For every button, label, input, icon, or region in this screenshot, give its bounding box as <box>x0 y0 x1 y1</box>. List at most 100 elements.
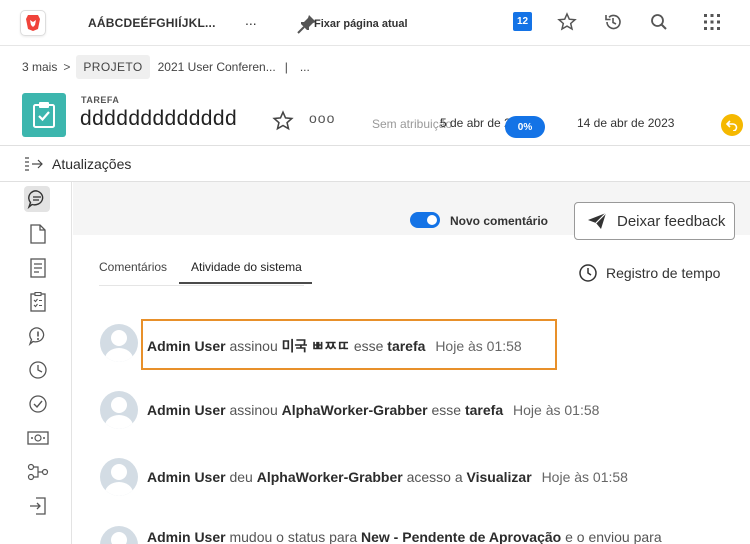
breadcrumb-divider: | <box>284 60 288 74</box>
details-page-icon <box>30 258 46 278</box>
tabs-underline <box>99 285 304 286</box>
activity-text: Admin User mudou o status para New - Pen… <box>147 529 662 544</box>
avatar[interactable] <box>100 391 138 429</box>
updates-feed-icon <box>25 156 43 171</box>
avatar[interactable] <box>100 458 138 496</box>
activity-user[interactable]: Admin User <box>147 402 226 418</box>
undo-arrow-icon <box>726 120 738 131</box>
activity-object: New - Pendente de Aprovação <box>361 529 562 544</box>
activity-object[interactable]: 미국 ㅃㅉㄸ <box>282 338 350 354</box>
checklist-icon <box>30 292 46 312</box>
activity-target[interactable]: Visualizar <box>467 469 532 485</box>
activity-mid: acesso a <box>406 469 463 485</box>
breadcrumb-more[interactable]: 3 mais <box>22 60 57 74</box>
more-actions-button[interactable]: ooo <box>309 110 335 126</box>
time-log-button[interactable]: Registro de tempo <box>578 263 720 283</box>
leave-feedback-label: Deixar feedback <box>617 212 726 230</box>
rail-updates-button[interactable] <box>24 186 50 212</box>
activity-text: Admin User assinou 미국 ㅃㅉㄸ esse tarefa Ho… <box>147 336 522 356</box>
apps-grid-icon[interactable] <box>702 12 722 32</box>
new-comment-label: Novo comentário <box>450 214 549 228</box>
progress-badge[interactable]: 0% <box>505 116 545 138</box>
activity-verb: mudou o status para <box>229 529 358 544</box>
clipboard-icon <box>33 102 55 128</box>
breadcrumb-project-badge: PROJETO <box>76 55 150 79</box>
activity-time: Hoje às 01:58 <box>513 402 600 418</box>
task-type-label: TAREFA <box>81 95 120 105</box>
sign-in-icon <box>30 497 46 515</box>
activity-target: tarefa <box>464 402 504 418</box>
clock-icon <box>29 361 47 379</box>
tab-system-activity[interactable]: Atividade do sistema <box>179 260 312 284</box>
start-date-field[interactable]: 5 de abr de 2 <box>440 116 511 130</box>
activity-object[interactable]: AlphaWorker-Grabber <box>282 402 428 418</box>
page-title[interactable]: ddddddddddddd <box>80 107 237 131</box>
time-log-clock-icon <box>579 264 597 282</box>
updates-section-header: Atualizações <box>0 146 750 182</box>
main-panel: Novo comentário Deixar feedback Comentár… <box>73 182 750 544</box>
activity-mid: esse <box>431 402 462 418</box>
new-comment-toggle[interactable] <box>410 212 440 228</box>
rail-time-button[interactable] <box>26 358 50 382</box>
send-paper-plane-icon <box>588 212 607 229</box>
activity-user[interactable]: Admin User <box>147 338 226 354</box>
search-icon[interactable] <box>649 12 669 32</box>
end-date-field[interactable]: 14 de abr de 2023 <box>577 116 674 130</box>
activity-time: Hoje às 01:58 <box>435 338 522 354</box>
breadcrumb-separator: > <box>63 60 71 74</box>
rail-details-button[interactable] <box>26 256 50 280</box>
activity-verb: assinou <box>229 402 278 418</box>
updates-title: Atualizações <box>52 155 132 172</box>
status-indicator[interactable] <box>721 114 743 136</box>
workflow-icon <box>27 463 49 481</box>
rail-expenses-button[interactable] <box>26 426 50 450</box>
activity-text: Admin User deu AlphaWorker-Grabber acess… <box>147 469 628 485</box>
activity-mid: e o enviou para <box>565 529 662 544</box>
document-icon <box>30 224 46 244</box>
breadcrumb-overflow[interactable]: ... <box>300 60 310 74</box>
activity-time: Hoje às 01:58 <box>541 469 628 485</box>
activity-verb: deu <box>229 469 253 485</box>
pin-page-button[interactable]: Fixar página atual <box>296 13 408 35</box>
activity-object[interactable]: AlphaWorker-Grabber <box>257 469 403 485</box>
breadcrumb: 3 mais > PROJETO 2021 User Conferen... |… <box>0 52 750 82</box>
pin-page-label: Fixar página atual <box>314 18 408 30</box>
chat-bubble-icon <box>27 190 44 209</box>
activity-user[interactable]: Admin User <box>147 529 226 544</box>
activity-item: Admin User deu AlphaWorker-Grabber acess… <box>73 456 750 500</box>
activity-target: tarefa <box>387 338 426 354</box>
activity-item: Admin User assinou AlphaWorker-Grabber e… <box>73 389 750 433</box>
app-logo[interactable] <box>20 10 46 36</box>
check-circle-icon <box>29 395 47 413</box>
app-name[interactable]: AÁBCDEÉFGHIÍJKL... <box>88 16 216 30</box>
avatar[interactable] <box>100 324 138 362</box>
rail-checklist-button[interactable] <box>26 290 50 314</box>
money-bill-icon <box>27 431 49 445</box>
leave-feedback-button[interactable]: Deixar feedback <box>574 202 735 240</box>
activity-user[interactable]: Admin User <box>147 469 226 485</box>
issue-alert-icon <box>28 327 45 346</box>
activity-tabs: Comentários Atividade do sistema <box>99 260 312 284</box>
time-log-label: Registro de tempo <box>606 265 721 281</box>
breadcrumb-project-link[interactable]: 2021 User Conferen... <box>158 60 276 74</box>
top-bar: AÁBCDEÉFGHIÍJKL... ... Fixar página atua… <box>0 0 750 46</box>
task-type-icon <box>22 93 66 137</box>
rail-workflow-button[interactable] <box>26 460 50 484</box>
rail-issues-button[interactable] <box>26 324 50 348</box>
avatar[interactable] <box>100 526 138 544</box>
rail-login-button[interactable] <box>26 494 50 518</box>
notifications-badge[interactable]: 12 <box>513 12 532 31</box>
history-icon[interactable] <box>603 12 623 32</box>
more-options-icon[interactable]: ... <box>245 12 257 28</box>
activity-mid: esse <box>353 338 384 354</box>
activity-text: Admin User assinou AlphaWorker-Grabber e… <box>147 402 599 418</box>
activity-verb: assinou <box>229 338 278 354</box>
favorite-star-icon[interactable] <box>272 110 294 132</box>
tab-comments[interactable]: Comentários <box>99 260 167 284</box>
rail-documents-button[interactable] <box>26 222 50 246</box>
star-icon[interactable] <box>557 12 577 32</box>
activity-item: Admin User mudou o status para New - Pen… <box>73 522 750 544</box>
rail-approvals-button[interactable] <box>26 392 50 416</box>
activity-item: Admin User assinou 미국 ㅃㅉㄸ esse tarefa Ho… <box>73 322 750 366</box>
lion-icon <box>26 15 40 31</box>
